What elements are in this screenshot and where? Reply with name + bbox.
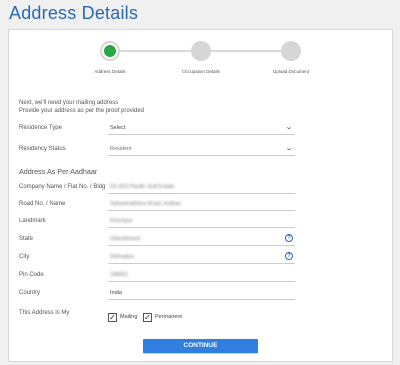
step-upload-document-label: Upload Document: [272, 69, 310, 74]
residency-status-value: Resident: [110, 146, 132, 152]
stepper-connector: [118, 50, 194, 52]
pin-code-label: Pin Code: [19, 272, 44, 278]
city-label: City: [19, 254, 30, 260]
company-name-value: D2-603 Pacific Golf Estate: [110, 184, 175, 190]
section-heading: Address As Per Aadhaar: [19, 167, 98, 176]
step-occupation-details-label: Occupation Details: [182, 69, 220, 74]
mailing-checkbox[interactable]: ✓: [108, 313, 117, 322]
country-label: Country: [19, 290, 41, 296]
landmark-input[interactable]: Kerenpur: [108, 215, 295, 228]
step-address-details-label: Address Details: [94, 69, 126, 74]
pin-code-input[interactable]: 248001: [108, 269, 295, 282]
chevron-down-icon: ⌄: [284, 124, 294, 131]
company-name-input[interactable]: D2-603 Pacific Golf Estate: [108, 181, 295, 194]
step-upload-document-indicator: [281, 41, 301, 61]
landmark-value: Kerenpur: [110, 218, 133, 224]
step-address-details-indicator: [100, 41, 120, 61]
info-icon[interactable]: ?: [285, 234, 293, 242]
pin-code-value: 248001: [110, 272, 129, 278]
page-title: Address Details: [9, 3, 139, 23]
intro-line-2: Provide your address as per the proof pr…: [19, 108, 145, 114]
company-name-label: Company Name / Flat No. / Bldg: [19, 184, 106, 190]
permanent-label: Permanent: [155, 314, 182, 320]
state-value: Uttarakhand: [110, 236, 140, 242]
residency-status-select[interactable]: Resident ⌄: [108, 143, 295, 156]
chevron-down-icon: ⌄: [284, 145, 294, 152]
residence-type-value: Select: [110, 125, 126, 131]
country-input[interactable]: India: [108, 287, 295, 300]
road-name-label: Road No. / Name: [19, 201, 66, 207]
city-input[interactable]: Dehradun ?: [108, 251, 295, 264]
continue-button[interactable]: CONTINUE: [143, 339, 258, 353]
road-name-value: Sahastradhara Road, Kulhan: [110, 201, 181, 207]
city-value: Dehradun: [110, 254, 135, 260]
road-name-input[interactable]: Sahastradhara Road, Kulhan: [108, 198, 295, 211]
step-occupation-details-indicator: [191, 41, 211, 61]
landmark-label: Landmark: [19, 218, 46, 224]
address-type-label: This Address is My: [19, 310, 70, 316]
state-input[interactable]: Uttarakhand ?: [108, 233, 295, 246]
country-value: India: [110, 290, 122, 296]
state-label: State: [19, 236, 34, 242]
residence-type-select[interactable]: Select ⌄: [108, 122, 295, 135]
info-icon[interactable]: ?: [285, 252, 293, 260]
mailing-label: Mailing: [120, 314, 138, 320]
residence-type-label: Residence Type: [19, 125, 62, 131]
stepper-connector: [210, 50, 284, 52]
permanent-checkbox[interactable]: ✓: [143, 313, 152, 322]
intro-line-1: Next, we'll need your mailing address: [19, 100, 119, 106]
residency-status-label: Residency Status: [19, 146, 66, 152]
